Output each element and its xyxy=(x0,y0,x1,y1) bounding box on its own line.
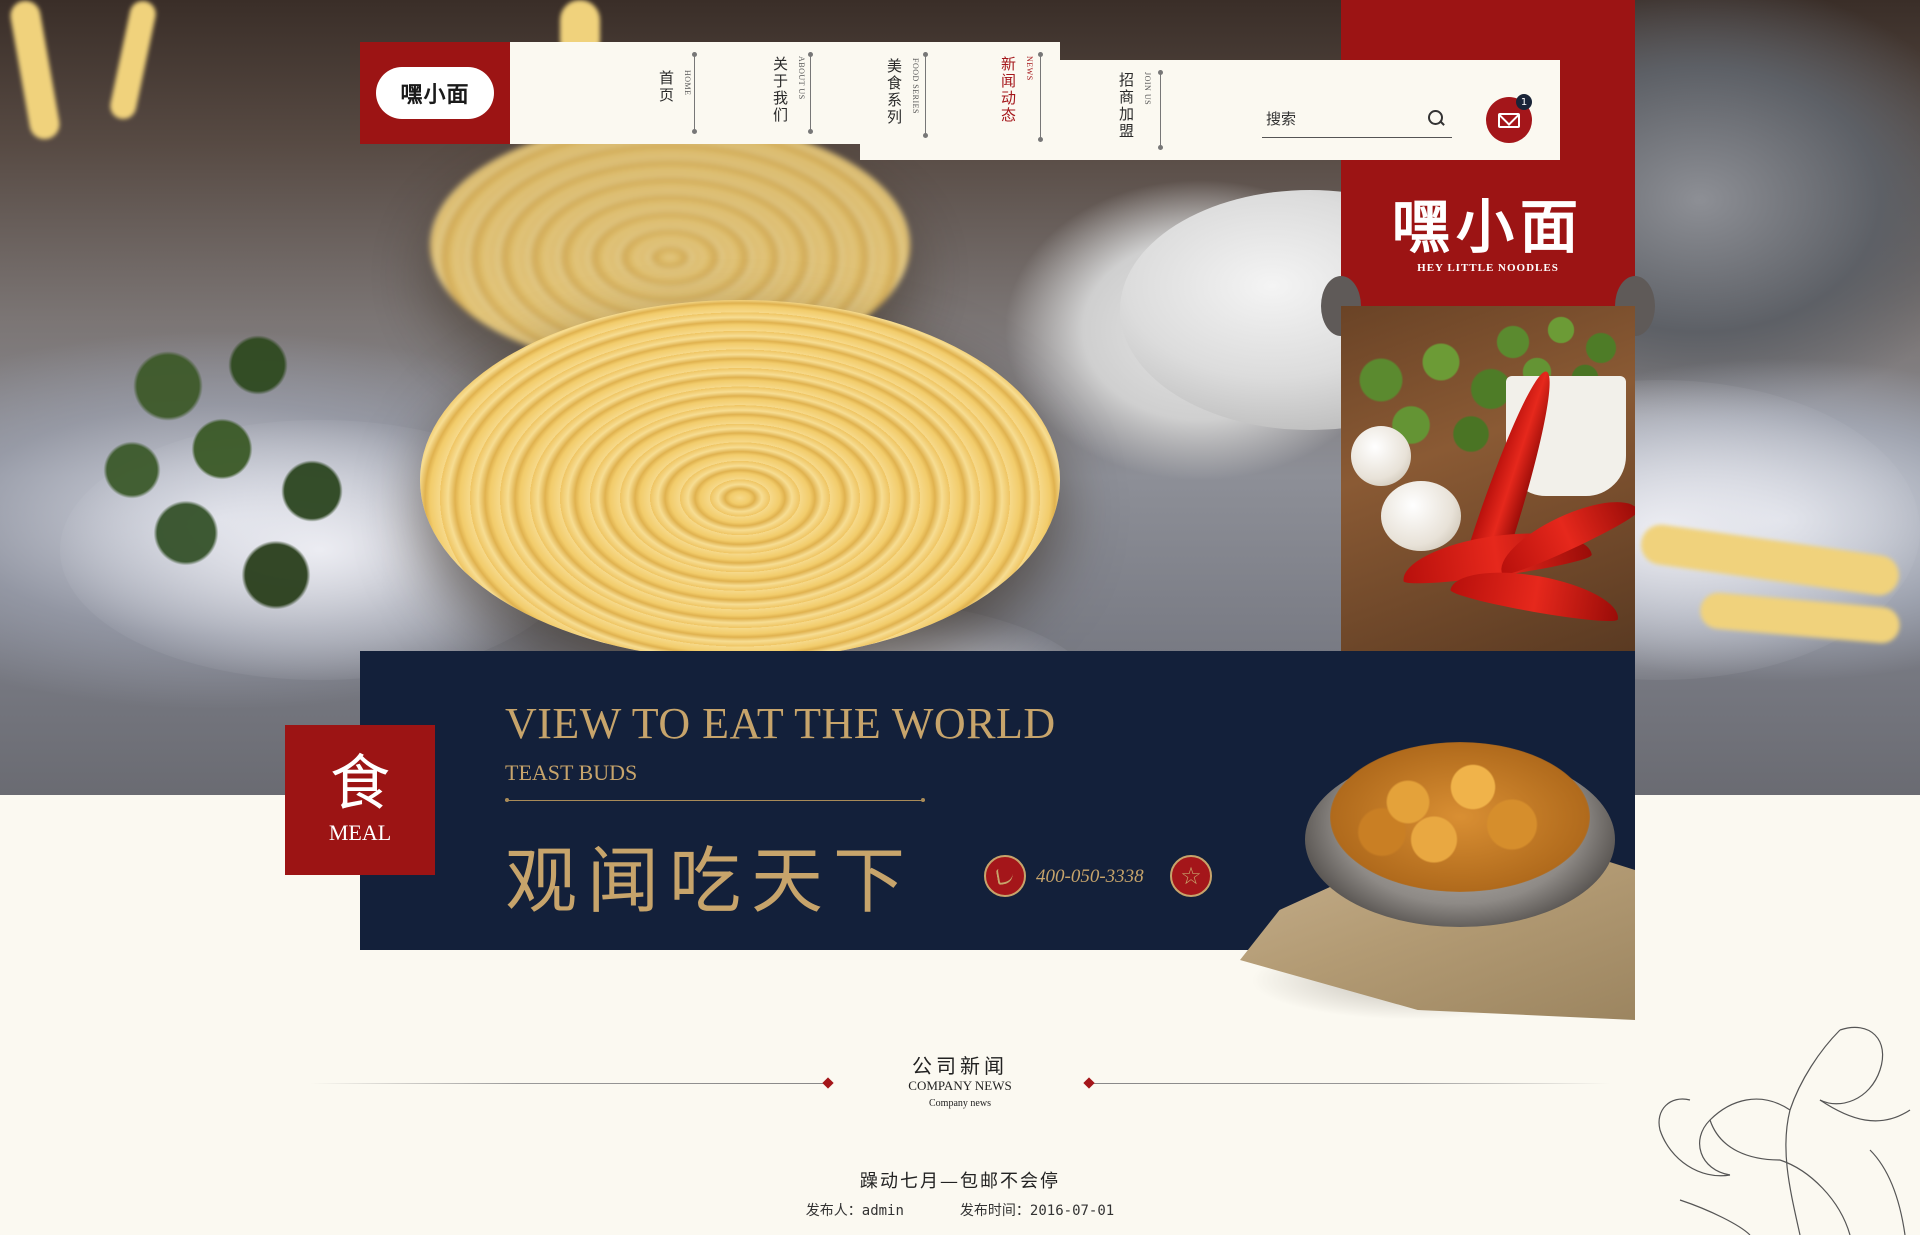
mail-icon xyxy=(1498,112,1520,128)
phone-number[interactable]: 400-050-3338 xyxy=(1036,866,1144,888)
nav-separator xyxy=(808,52,813,134)
noodle-nest xyxy=(420,300,1060,660)
nav-separator xyxy=(1158,70,1163,150)
nav-item-sublabel: NEWS xyxy=(1025,56,1034,81)
chili-photo xyxy=(1341,306,1635,651)
nav-item-label: 首页 xyxy=(657,70,675,104)
nav-separator xyxy=(923,52,928,138)
nav-item-sublabel: ABOUT US xyxy=(797,56,806,100)
nav-item-sublabel: HOME xyxy=(683,70,692,96)
nav-separator xyxy=(1038,52,1043,142)
news-divider-right xyxy=(1090,1083,1610,1084)
nav-item-join[interactable]: 招商加盟 JOIN US xyxy=(1116,72,1152,140)
banner-subtitle: TEAST BUDS xyxy=(505,760,638,785)
meal-badge-cn: 食 xyxy=(330,749,390,819)
floral-sketch-decoration xyxy=(1658,1026,1911,1235)
garlic xyxy=(1381,481,1461,551)
favorite-button[interactable]: ☆ xyxy=(1170,855,1212,897)
phone-button[interactable] xyxy=(984,855,1026,897)
nav-item-news[interactable]: 新闻动态 NEWS xyxy=(998,56,1034,124)
garlic xyxy=(1351,426,1411,486)
section-subtitle: Company news xyxy=(929,1098,991,1109)
star-icon: ☆ xyxy=(1180,862,1202,890)
news-article-title[interactable]: 躁动七月—包邮不会停 xyxy=(760,1167,1160,1193)
mail-badge: 1 xyxy=(1516,94,1532,110)
herb-decoration xyxy=(60,260,420,680)
nav-item-food-series[interactable]: 美食系列 FOOD SERIES xyxy=(884,58,920,126)
noodle-strand xyxy=(8,0,62,142)
search-input[interactable] xyxy=(1266,109,1406,128)
phone-icon xyxy=(995,866,1015,886)
nav-item-label: 关于我们 xyxy=(771,56,789,124)
search-icon[interactable] xyxy=(1428,109,1446,128)
nav-item-sublabel: JOIN US xyxy=(1143,72,1152,106)
section-title-cn: 公司新闻 xyxy=(912,1054,1008,1078)
meal-badge: 食 MEAL xyxy=(285,725,435,875)
banner-divider xyxy=(505,798,925,802)
logo-text: 嘿小面 xyxy=(376,67,494,119)
brand-name-cn: 嘿小面 xyxy=(1391,193,1584,261)
banner-title: VIEW TO EAT THE WORLD xyxy=(505,699,1056,748)
nav-item-label: 新闻动态 xyxy=(999,56,1017,124)
brand-name-en: HEY LITTLE NOODLES xyxy=(1417,262,1559,274)
news-article-meta: 发布人：admin 发布时间：2016-07-01 xyxy=(760,1200,1160,1220)
meal-badge-en: MEAL xyxy=(328,820,392,845)
search-bar xyxy=(1262,100,1452,138)
noodle-dish xyxy=(1330,742,1590,892)
noodle-strand xyxy=(107,0,159,122)
section-title-en: COMPANY NEWS xyxy=(908,1078,1012,1093)
article-date: 发布时间：2016-07-01 xyxy=(959,1203,1115,1219)
nav-item-label: 招商加盟 xyxy=(1117,72,1135,140)
logo[interactable]: 嘿小面 xyxy=(360,42,510,144)
nav-item-home[interactable]: 首页 HOME xyxy=(656,70,692,104)
nav-item-label: 美食系列 xyxy=(885,58,903,126)
news-divider-left xyxy=(310,1083,830,1084)
nav-item-sublabel: FOOD SERIES xyxy=(911,58,920,114)
article-author: 发布人：admin xyxy=(805,1203,904,1219)
nav-separator xyxy=(692,52,697,134)
nav-item-about[interactable]: 关于我们 ABOUT US xyxy=(770,56,806,124)
banner-title-cn: 观闻吃天下 xyxy=(505,839,916,923)
